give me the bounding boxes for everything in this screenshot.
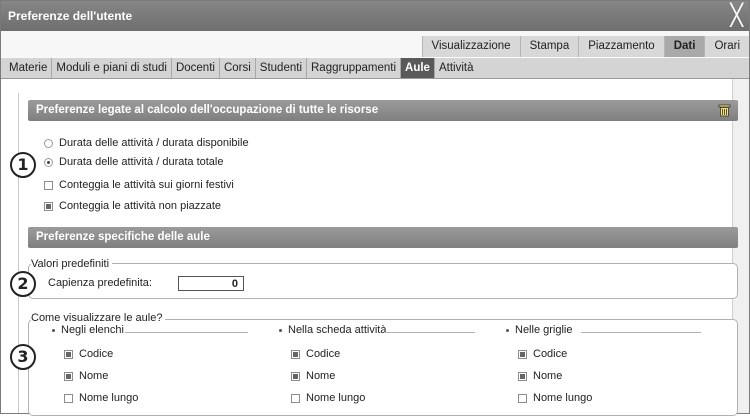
col1-codice[interactable]: Codice [64,348,113,360]
section-title: Preferenze legate al calcolo dell'occupa… [36,104,379,116]
checkbox-label: Nome lungo [79,392,139,404]
capacity-label: Capienza predefinita: [48,277,152,289]
col3-nome[interactable]: Nome [518,370,562,382]
title-bar: Preferenze dell'utente ╳ [1,1,749,31]
display-legend: Come visualizzare le aule? [31,312,166,324]
subtab-materie[interactable]: Materie [1,58,53,78]
bullet-icon [52,328,55,332]
column-title: Negli elenchi [61,324,124,336]
radio-button[interactable] [44,157,53,167]
checkbox-label: Nome [306,370,336,382]
checkbox-label: Nome lungo [306,392,366,404]
column-header-grids: Nelle griglie [506,324,572,336]
radio-label: Durata delle attività / durata disponibi… [59,137,249,149]
subtab-docenti[interactable]: Docenti [172,58,220,78]
checkbox[interactable] [518,349,527,359]
column-title: Nelle griglie [515,324,573,336]
col2-nome[interactable]: Nome [291,370,335,382]
sub-tabs: Materie Moduli e piani di studi Docenti … [1,58,749,79]
column-rule [581,332,701,333]
column-header-activity-card: Nella scheda attività [279,324,386,336]
section-resource-occupancy: Preferenze legate al calcolo dell'occupa… [28,100,738,121]
check-unplaced[interactable]: Conteggia le attività non piazzate [44,200,221,212]
checkbox[interactable] [518,371,527,381]
subtab-moduli[interactable]: Moduli e piani di studi [52,58,172,78]
section-title: Preferenze specifiche delle aule [36,231,210,243]
col1-nome-lungo[interactable]: Nome lungo [64,392,138,404]
bullet-icon [279,328,282,332]
window-title: Preferenze dell'utente [8,9,133,23]
tab-orari[interactable]: Orari [704,36,749,57]
col2-codice[interactable]: Codice [291,348,340,360]
capacity-input[interactable]: 0 [178,276,244,291]
radio-duration-available[interactable]: Durata delle attività / durata disponibi… [44,137,249,149]
tab-stampa[interactable]: Stampa [519,36,579,57]
col3-nome-lungo[interactable]: Nome lungo [518,392,592,404]
checkbox-label: Nome [79,370,109,382]
column-header-lists: Negli elenchi [52,324,124,336]
checkbox[interactable] [44,201,53,211]
radio-label: Durata delle attività / durata totale [59,156,224,168]
subtab-raggruppamenti[interactable]: Raggruppamenti [307,58,402,78]
section-room-preferences: Preferenze specifiche delle aule [28,227,738,248]
checkbox-label: Conteggia le attività sui giorni festivi [59,179,234,191]
preferences-window: Preferenze dell'utente ╳ Visualizzazione… [0,0,750,416]
subtab-aule[interactable]: Aule [401,58,435,78]
subtab-attivita[interactable]: Attività [435,58,478,78]
column-title: Nella scheda attività [288,324,387,336]
checkbox[interactable] [291,371,300,381]
checkbox[interactable] [518,393,527,403]
callout-badge-2: 2 [10,271,36,297]
checkbox-label: Codice [306,348,341,360]
callout-badge-1: 1 [10,152,36,178]
col3-codice[interactable]: Codice [518,348,567,360]
radio-duration-total[interactable]: Durata delle attività / durata totale [44,156,223,168]
checkbox-label: Codice [79,348,114,360]
checkbox-label: Nome lungo [533,392,593,404]
tab-visualizzazione[interactable]: Visualizzazione [421,36,520,57]
check-holidays[interactable]: Conteggia le attività sui giorni festivi [44,179,234,191]
col1-nome[interactable]: Nome [64,370,108,382]
checkbox[interactable] [64,371,73,381]
checkbox-label: Nome [533,370,563,382]
column-rule [385,332,475,333]
checkbox-label: Codice [533,348,568,360]
column-rule [125,332,248,333]
radio-button[interactable] [44,138,53,148]
checkbox[interactable] [291,349,300,359]
tab-piazzamento[interactable]: Piazzamento [578,36,664,57]
col2-nome-lungo[interactable]: Nome lungo [291,392,365,404]
checkbox[interactable] [291,393,300,403]
close-icon[interactable]: ╳ [730,3,743,27]
callout-badge-3: 3 [10,344,36,370]
tab-dati[interactable]: Dati [663,36,705,57]
checkbox-label: Conteggia le attività non piazzate [59,200,222,212]
subtab-studenti[interactable]: Studenti [256,58,307,78]
checkbox[interactable] [64,349,73,359]
checkbox[interactable] [64,393,73,403]
defaults-legend: Valori predefiniti [31,258,113,270]
bullet-icon [506,328,509,332]
trash-icon[interactable] [718,103,731,117]
top-tabs: Visualizzazione Stampa Piazzamento Dati … [421,36,749,57]
checkbox[interactable] [44,180,53,190]
subtab-corsi[interactable]: Corsi [220,58,256,78]
